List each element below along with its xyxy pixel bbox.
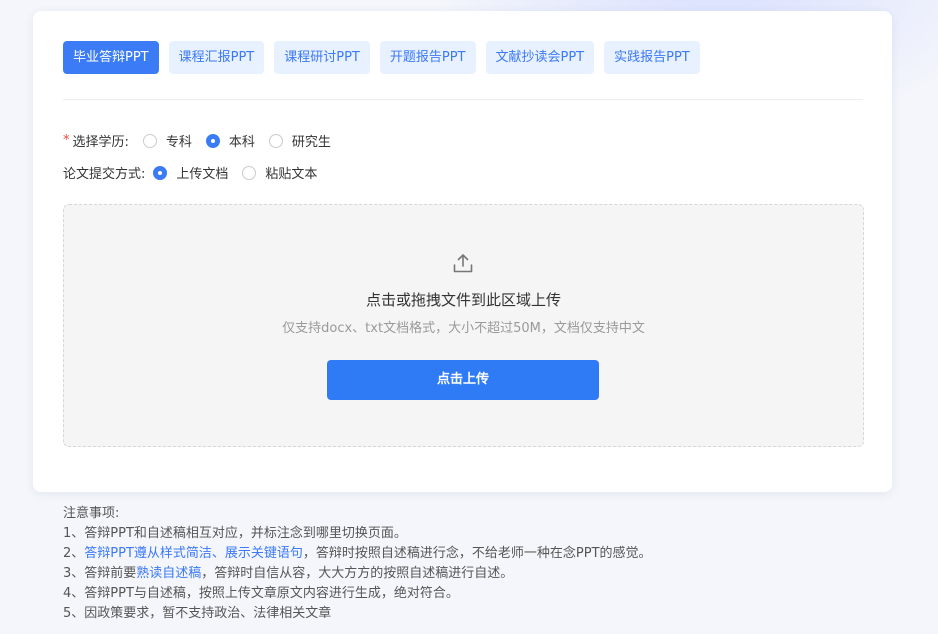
notes-section: 注意事项: 1、答辩PPT和自述稿相互对应，并标注念到哪里切换页面。 2、答辩P… xyxy=(63,504,652,624)
note-item: 2、答辩PPT遵从样式简洁、展示关键语句，答辩时按照自述稿进行念，不给老师一种在… xyxy=(63,544,652,564)
note-item: 3、答辩前要熟读自述稿，答辩时自信从容，大大方方的按照自述稿进行自述。 xyxy=(63,564,652,584)
note-item: 1、答辩PPT和自述稿相互对应，并标注念到哪里切换页面。 xyxy=(63,524,652,544)
radio-button-checked[interactable] xyxy=(153,165,168,180)
radio-label: 本科 xyxy=(228,135,255,150)
ppt-type-tabs: 毕业答辩PPT 课程汇报PPT 课程研讨PPT 开题报告PPT 文献抄读会PPT… xyxy=(63,41,710,74)
note-text: ，答辩时按照自述稿进行念，不给老师一种在念PPT的感觉。 xyxy=(302,546,652,561)
note-text: 4、答辩PPT与自述稿，按照上传文章原文内容进行生成，绝对符合。 xyxy=(63,586,459,601)
radio-option-bachelor[interactable]: 本科 xyxy=(205,131,255,150)
tab-graduation-defense[interactable]: 毕业答辩PPT xyxy=(63,41,159,74)
education-row: * 选择学历: 专科 本科 研究生 xyxy=(63,131,331,150)
note-item: 5、因政策要求，暂不支持政治、法律相关文章 xyxy=(63,604,652,624)
note-text: 3、答辩前要 xyxy=(63,566,137,581)
note-text: 2、 xyxy=(63,546,85,561)
tab-proposal-report[interactable]: 开题报告PPT xyxy=(379,41,476,74)
tab-practice-report[interactable]: 实践报告PPT xyxy=(604,41,700,74)
divider xyxy=(63,99,863,100)
submission-row: 论文提交方式: 上传文档 粘贴文本 xyxy=(63,163,317,182)
radio-button[interactable] xyxy=(242,165,257,180)
radio-option-junior-college[interactable]: 专科 xyxy=(142,131,192,150)
tab-literature-reading[interactable]: 文献抄读会PPT xyxy=(485,41,595,74)
notes-heading: 注意事项: xyxy=(63,506,120,521)
radio-option-paste-text[interactable]: 粘贴文本 xyxy=(242,163,317,182)
radio-label: 上传文档 xyxy=(176,167,229,182)
required-mark: * xyxy=(63,133,70,148)
upload-icon xyxy=(453,254,473,273)
radio-option-upload-document[interactable]: 上传文档 xyxy=(153,163,228,182)
radio-label: 专科 xyxy=(165,135,192,150)
upload-hint: 仅支持docx、txt文档格式，大小不超过50M，文档仅支持中文 xyxy=(282,321,645,336)
note-text: 1、答辩PPT和自述稿相互对应，并标注念到哪里切换页面。 xyxy=(63,526,407,541)
note-highlight: 答辩PPT遵从样式简洁、展示关键语句 xyxy=(84,546,303,561)
upload-button[interactable]: 点击上传 xyxy=(327,360,599,400)
note-item: 4、答辩PPT与自述稿，按照上传文章原文内容进行生成，绝对符合。 xyxy=(63,584,652,604)
radio-label: 研究生 xyxy=(291,135,331,150)
radio-label: 粘贴文本 xyxy=(265,167,318,182)
education-label: 选择学历: xyxy=(72,135,129,150)
note-text: 5、因政策要求，暂不支持政治、法律相关文章 xyxy=(63,606,332,621)
radio-button[interactable] xyxy=(142,133,157,148)
tab-course-seminar[interactable]: 课程研讨PPT xyxy=(274,41,370,74)
radio-option-graduate[interactable]: 研究生 xyxy=(268,131,331,150)
note-highlight: 熟读自述稿 xyxy=(136,566,202,581)
note-text: ，答辩时自信从容，大大方方的按照自述稿进行自述。 xyxy=(201,566,514,581)
main-card: 毕业答辩PPT 课程汇报PPT 课程研讨PPT 开题报告PPT 文献抄读会PPT… xyxy=(33,11,892,492)
upload-dropzone[interactable]: 点击或拖拽文件到此区域上传 仅支持docx、txt文档格式，大小不超过50M，文… xyxy=(63,204,864,447)
upload-title: 点击或拖拽文件到此区域上传 xyxy=(365,291,561,309)
radio-button[interactable] xyxy=(268,133,283,148)
submission-label: 论文提交方式: xyxy=(63,167,146,182)
tab-course-report[interactable]: 课程汇报PPT xyxy=(168,41,265,74)
radio-button-checked[interactable] xyxy=(205,133,220,148)
